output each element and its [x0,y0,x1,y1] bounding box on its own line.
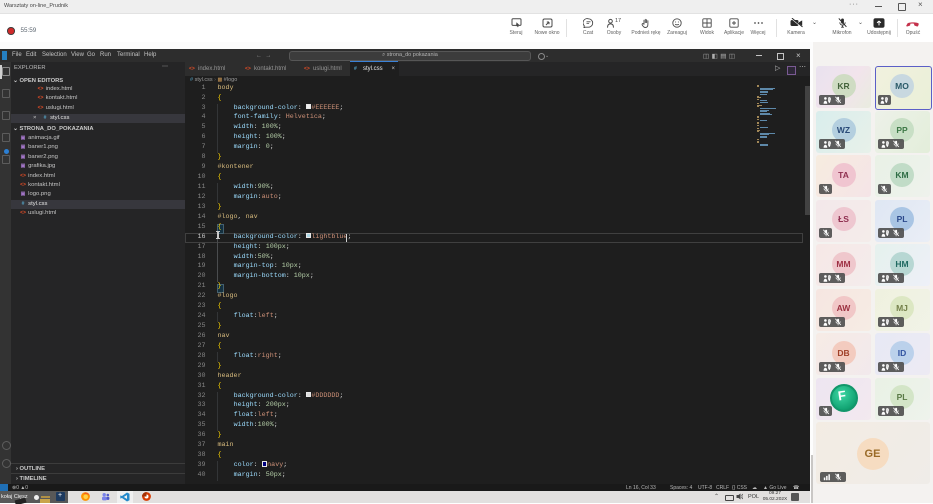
svg-text:17: 17 [615,18,621,24]
